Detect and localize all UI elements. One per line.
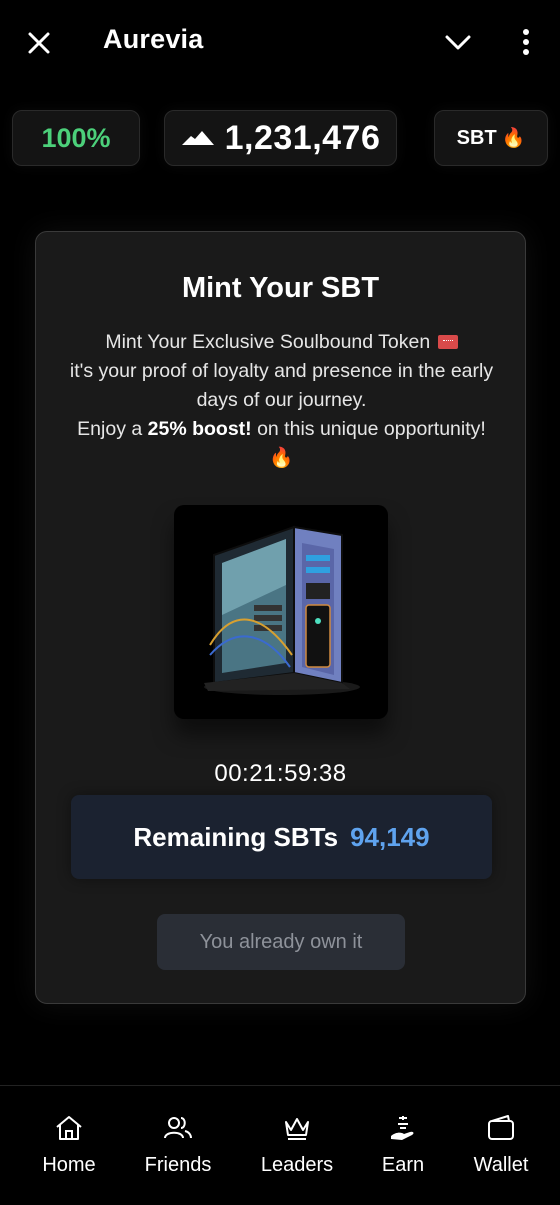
countdown-timer: 00:21:59:38: [214, 760, 347, 787]
desc-boost: 25% boost!: [147, 418, 252, 440]
earn-icon: [391, 1116, 414, 1140]
collapse-button[interactable]: [440, 26, 476, 60]
nav-label-friends: Friends: [144, 1154, 212, 1176]
remaining-label: Remaining SBTs: [133, 821, 339, 852]
home-icon: [56, 1116, 82, 1140]
fire-icon: 🔥: [269, 447, 294, 469]
more-options-button[interactable]: [512, 24, 540, 60]
card-title: Mint Your SBT: [181, 272, 380, 304]
nav-item-earn[interactable]: Earn: [348, 1114, 458, 1177]
sbt-pc-case-image: [174, 505, 388, 719]
nav-item-wallet[interactable]: Wallet: [446, 1114, 556, 1177]
pc-case-illustration: [204, 525, 360, 695]
wallet-icon: [488, 1115, 514, 1140]
friends-icon: [164, 1117, 192, 1139]
score-badge: 1,231,476: [164, 110, 397, 166]
desc-enjoy: Enjoy a: [77, 418, 143, 440]
bottom-navigation: Home Friends Leaders Earn Wallet: [0, 1085, 560, 1205]
ticket-icon: [437, 335, 458, 349]
mountain-icon: [181, 131, 214, 145]
mint-sbt-card: Mint Your SBT Mint Your Exclusive Soulbo…: [35, 231, 526, 1004]
nav-label-earn: Earn: [381, 1154, 425, 1176]
nav-label-wallet: Wallet: [473, 1154, 529, 1176]
nav-label-home: Home: [42, 1154, 96, 1176]
chevron-down-icon: [445, 35, 471, 50]
desc-tail: on this unique opportunity!: [257, 418, 486, 440]
crown-icon: [285, 1118, 309, 1140]
fire-icon: 🔥: [501, 128, 526, 149]
top-bar: Aurevia: [0, 0, 560, 84]
nav-item-friends[interactable]: Friends: [123, 1114, 233, 1177]
remaining-value: 94,149: [350, 821, 430, 852]
more-vertical-icon: [523, 29, 529, 55]
remaining-sbts-panel: Remaining SBTs 94,149: [71, 795, 492, 879]
desc-line-1: Mint Your Exclusive Soulbound Token: [105, 331, 431, 353]
already-own-button[interactable]: You already own it: [157, 914, 405, 970]
nav-item-home[interactable]: Home: [14, 1114, 124, 1177]
desc-line-2: it's your proof of loyalty and presence …: [69, 360, 494, 411]
nav-item-leaders[interactable]: Leaders: [242, 1114, 352, 1177]
sbt-button[interactable]: SBT 🔥: [434, 110, 548, 166]
close-icon: [28, 32, 50, 54]
close-button[interactable]: [22, 26, 56, 60]
card-description: Mint Your Exclusive Soulbound Token it's…: [66, 328, 497, 473]
nav-label-leaders: Leaders: [260, 1154, 334, 1176]
percent-value: 100%: [41, 122, 111, 153]
app-title: Aurevia: [103, 24, 204, 54]
score-value: 1,231,476: [224, 118, 381, 157]
sbt-label: SBT: [456, 126, 497, 149]
percent-badge: 100%: [12, 110, 140, 166]
